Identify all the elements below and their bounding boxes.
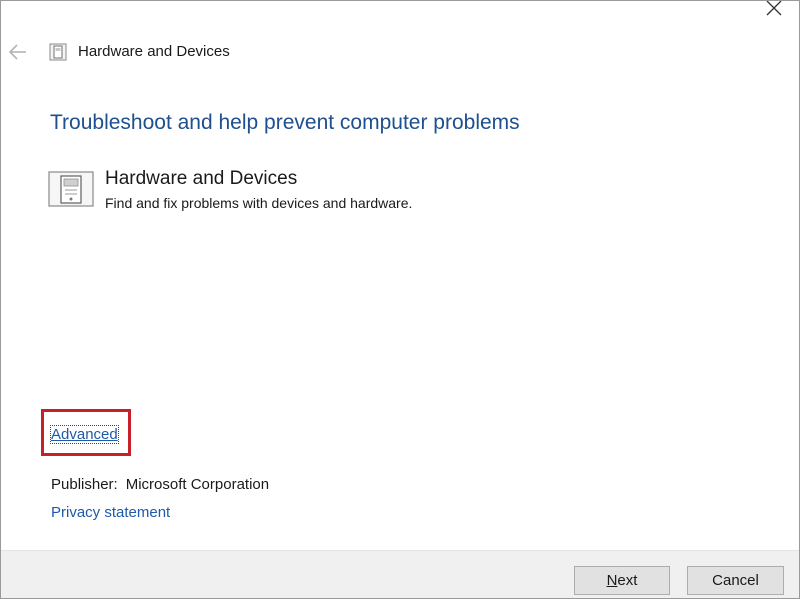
troubleshooter-description: Find and fix problems with devices and h…: [105, 195, 413, 211]
publisher-value: Microsoft Corporation: [125, 476, 270, 493]
troubleshooter-icon: [49, 43, 67, 61]
advanced-link[interactable]: Advanced: [50, 425, 119, 444]
next-button-accel: N: [606, 572, 618, 589]
back-arrow-icon: [8, 44, 26, 60]
next-button[interactable]: Next: [574, 566, 670, 595]
hardware-device-icon: [48, 169, 94, 209]
cancel-button[interactable]: Cancel: [687, 566, 784, 595]
next-button-label: ext: [617, 572, 638, 589]
window-title: Hardware and Devices: [78, 43, 230, 60]
page-heading: Troubleshoot and help prevent computer p…: [50, 111, 520, 134]
troubleshooter-title[interactable]: Hardware and Devices: [105, 168, 297, 190]
publisher-label: Publisher:: [51, 476, 118, 493]
privacy-statement-link[interactable]: Privacy statement: [51, 504, 170, 521]
close-icon: [766, 1, 782, 16]
close-button[interactable]: [761, 1, 787, 22]
back-button[interactable]: [7, 42, 29, 62]
troubleshooter-window: Hardware and Devices Troubleshoot and he…: [0, 0, 800, 599]
footer-bar: Next Cancel: [1, 550, 799, 598]
publisher-line: Publisher: Microsoft Corporation: [51, 476, 269, 493]
